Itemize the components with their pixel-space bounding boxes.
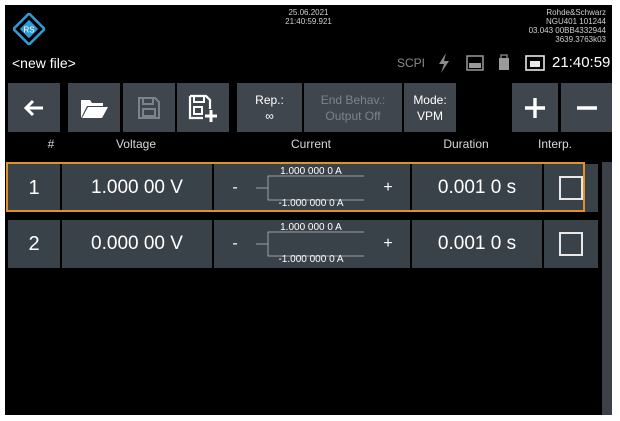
file-name: <new file> [12,55,76,71]
repetition-value: ∞ [265,108,274,123]
current-upper: 1.000 000 0 A [280,222,342,233]
current-range-cell[interactable]: 1.000 000 0 A -1.000 000 0 A [256,220,366,268]
date-time: 25.06.2021 21:40:59.921 [5,8,612,26]
open-file-button[interactable] [68,83,120,132]
row-index: 2 [8,220,60,268]
save-as-icon [188,94,217,122]
version-text: 3639.3763k03 [555,35,606,44]
repetition-label: Rep.: [255,92,284,107]
model-text: NGU401 101244 [545,17,606,26]
lan-icon [525,55,545,71]
back-button[interactable] [8,83,60,132]
plus-icon [525,97,545,118]
header-voltage: Voltage [115,137,157,151]
remove-row-button[interactable] [561,83,612,132]
header-interp: Interp. [537,137,573,151]
voltage-cell[interactable]: 0.000 00 V [62,220,212,268]
end-behavior-value: Output Off [325,108,381,123]
minus-icon [576,105,597,110]
scpi-indicator: SCPI [397,56,426,70]
end-behavior-label: End Behav.: [320,92,386,107]
current-lower: -1.000 000 0 A [278,254,344,265]
current-plus-button[interactable]: + [366,220,410,268]
mode-value: VPM [416,108,443,123]
time-text: 21:40:59.921 [285,17,332,26]
header-duration: Duration [443,137,489,151]
interp-checkbox[interactable] [559,232,583,256]
firmware-text: 03.043 00BB4332944 [528,26,606,35]
repetition-button[interactable]: Rep.: ∞ [237,83,302,132]
log-icon [466,55,484,71]
brand-text: Rohde&Schwarz [546,8,606,17]
duration-cell[interactable]: 0.001 0 s [412,220,542,268]
instrument-screen: RS 25.06.2021 21:40:59.921 Rohde&Schwarz… [5,5,612,415]
arrow-left-icon [23,99,43,116]
add-row-button[interactable] [512,83,558,132]
clock: 21:40:59 [552,54,611,71]
mode-button[interactable]: Mode: VPM [404,83,456,132]
header-current: Current [290,137,331,151]
interp-cell[interactable] [544,220,598,268]
lightning-icon [439,53,449,73]
current-minus-button[interactable]: - [214,220,256,268]
svg-text:RS: RS [23,26,34,35]
table-row[interactable]: 2 0.000 00 V - 1.000 000 0 A -1.000 000 … [8,220,598,268]
save-icon [138,96,160,119]
usb-storage-icon [499,54,509,70]
date-text: 25.06.2021 [288,8,329,17]
save-as-button[interactable] [177,83,229,132]
save-button[interactable] [123,83,175,132]
header-index: # [47,137,55,151]
selected-row-highlight [6,162,585,212]
folder-open-icon [81,99,108,118]
mode-label: Mode: [413,92,447,107]
device-info: Rohde&Schwarz NGU401 101244 03.043 00BB4… [529,8,606,44]
end-behavior-button[interactable]: End Behav.: Output Off [304,83,402,132]
scrollbar[interactable] [602,162,612,415]
